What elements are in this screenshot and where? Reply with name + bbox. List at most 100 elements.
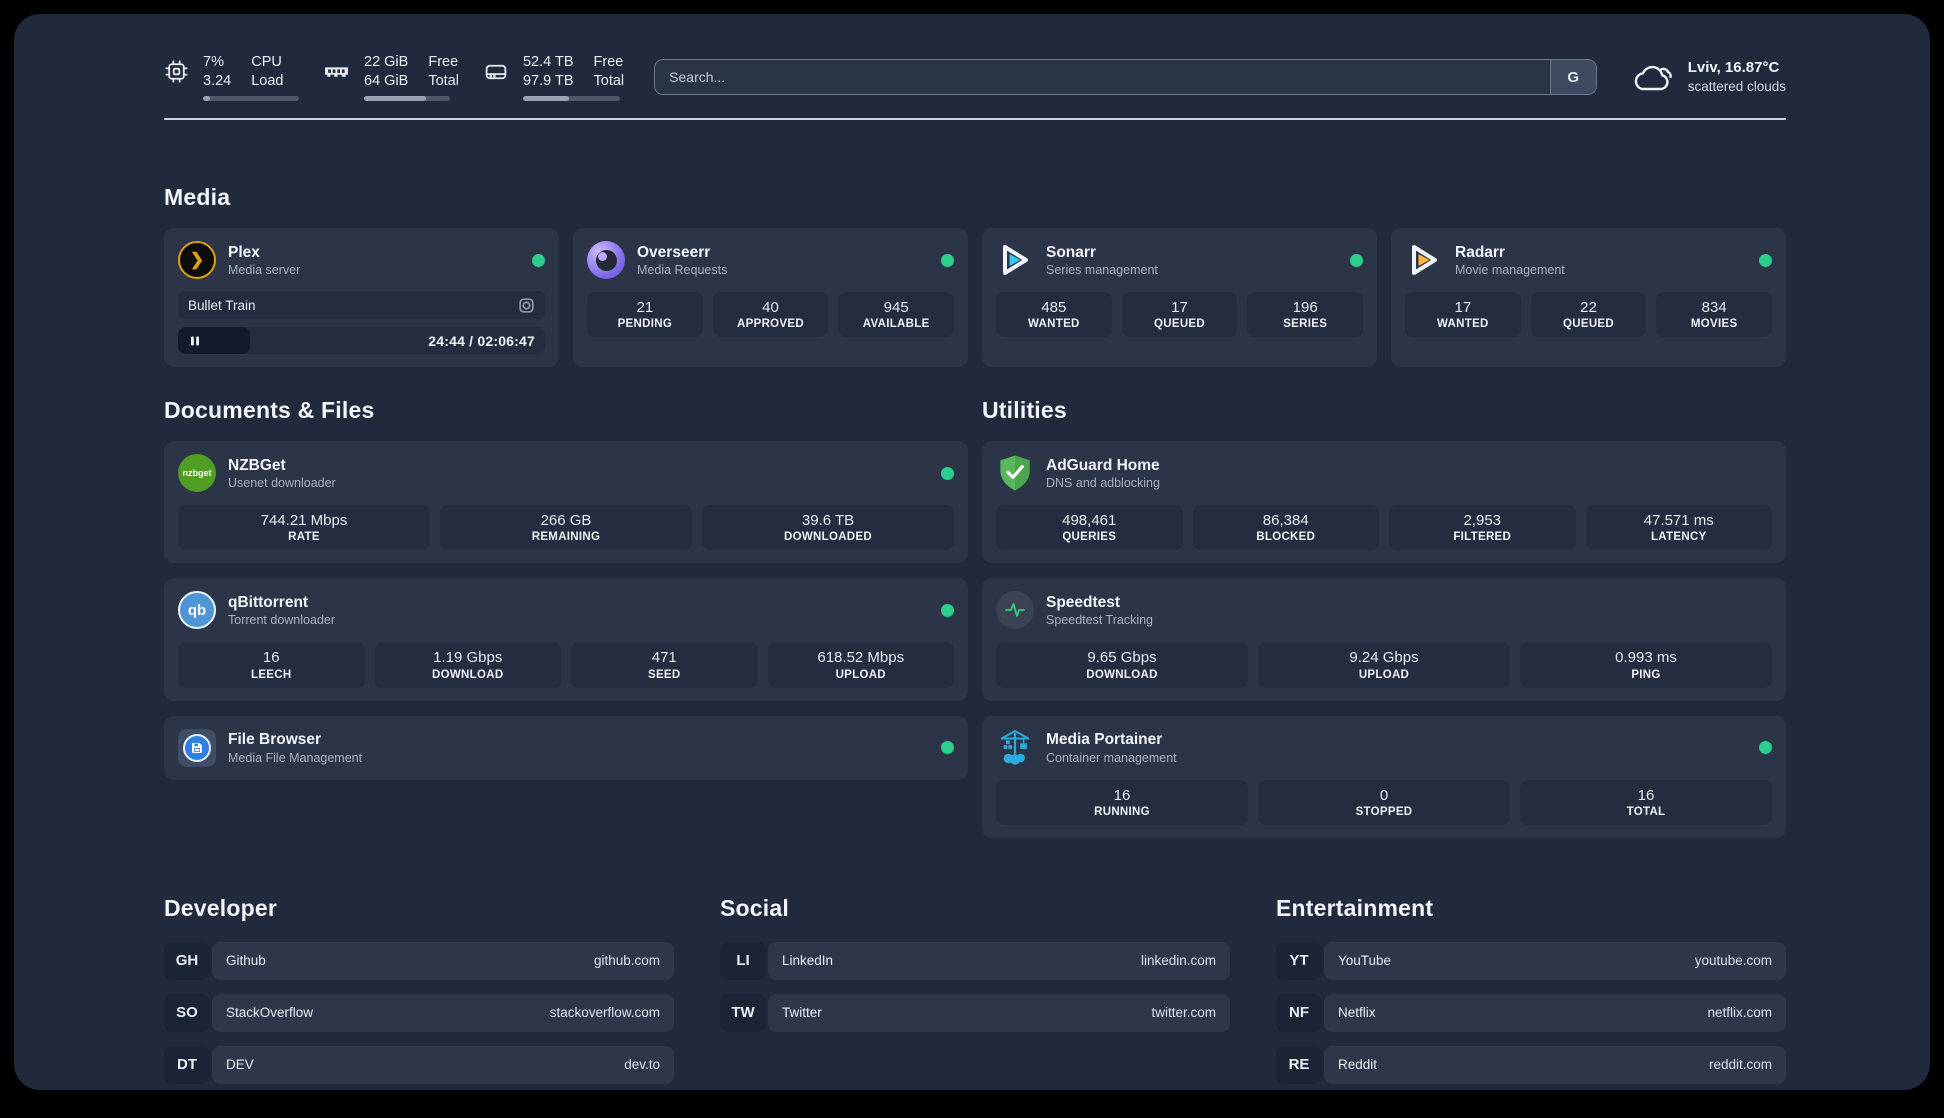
app-title: qBittorrent	[228, 594, 309, 612]
app-title: NZBGet	[228, 456, 286, 474]
stat-label: DOWNLOAD	[432, 668, 504, 681]
bookmark-tag: YT	[1276, 941, 1322, 980]
sonarr-card[interactable]: Sonarr Series management 485 WANTED 17 QUE…	[982, 228, 1377, 367]
stat-label: DOWNLOAD	[1086, 668, 1158, 681]
stat-value: 266 GB	[540, 512, 592, 529]
utilities-section-title: Utilities	[982, 397, 1067, 423]
stat-label: UPLOAD	[835, 668, 886, 681]
disk-free: 52.4 TB	[522, 53, 574, 70]
stat-box: 9.24 Gbps UPLOAD	[1258, 642, 1510, 688]
app-title: Sonarr	[1046, 243, 1096, 261]
stat-box: 21 PENDING	[587, 292, 703, 338]
status-dot	[1759, 253, 1772, 267]
bookmark-tag: SO	[164, 993, 210, 1032]
dashboard: 7% 3.24 CPU Load 22 GiB 64 GiB Free Total	[14, 14, 1930, 1090]
google-search-button[interactable]: G	[1549, 60, 1596, 94]
stat-value: 16	[1113, 786, 1131, 804]
speedtest-card[interactable]: Speedtest Speedtest Tracking 9.65 Gbps DO…	[982, 578, 1786, 701]
bookmark-row-linkedin[interactable]: LI LinkedIn linkedin.com	[720, 941, 1230, 980]
stat-box: 17 WANTED	[1405, 292, 1521, 338]
developer-section-title: Developer	[164, 894, 278, 921]
bookmark-row-dev[interactable]: DT DEV dev.to	[164, 1045, 674, 1084]
bookmark-name: Reddit	[1338, 1057, 1378, 1073]
pause-icon[interactable]	[189, 335, 201, 347]
app-subtitle: Series management	[1046, 263, 1158, 278]
stat-value: 17	[1171, 299, 1188, 316]
memory-progress	[364, 96, 450, 102]
app-title: File Browser	[228, 731, 322, 749]
stat-box: 618.52 Mbps UPLOAD	[767, 642, 954, 688]
search-input[interactable]	[654, 59, 1597, 95]
header-divider	[164, 118, 1786, 120]
bookmark-name: Github	[226, 953, 266, 969]
speedtest-icon	[996, 591, 1034, 630]
nzbget-card[interactable]: nzbget NZBGet Usenet downloader 744.21 M…	[164, 441, 968, 564]
stat-box: 196 SERIES	[1247, 292, 1364, 338]
stat-value: 945	[883, 299, 909, 316]
stat-value: 47.571 ms	[1643, 512, 1714, 529]
bookmark-url: netflix.com	[1707, 1005, 1772, 1021]
stat-label: MOVIES	[1690, 318, 1738, 331]
bookmark-url: youtube.com	[1694, 953, 1772, 969]
stat-box: 17 QUEUED	[1121, 292, 1238, 338]
stat-label: WANTED	[1437, 318, 1489, 331]
stat-label: TOTAL	[1626, 805, 1666, 818]
stat-label: RUNNING	[1094, 805, 1150, 818]
bookmark-tag: NF	[1276, 993, 1322, 1032]
bookmark-row-youtube[interactable]: YT YouTube youtube.com	[1276, 941, 1786, 980]
stat-label: REMAINING	[531, 531, 601, 544]
bookmark-row-twitter[interactable]: TW Twitter twitter.com	[720, 993, 1230, 1032]
stat-value: 9.24 Gbps	[1349, 649, 1419, 667]
portainer-card[interactable]: Media Portainer Container management 16 R…	[982, 715, 1786, 838]
weather-location-temp: Lviv, 16.87°C	[1687, 58, 1780, 76]
status-dot	[1759, 741, 1772, 754]
bookmark-url: twitter.com	[1151, 1005, 1216, 1021]
stat-value: 485	[1041, 299, 1067, 316]
filebrowser-card[interactable]: File Browser Media File Management	[164, 715, 968, 780]
disk-progress	[522, 96, 620, 102]
bookmark-url: github.com	[593, 953, 660, 969]
bookmark-row-netflix[interactable]: NF Netflix netflix.com	[1276, 993, 1786, 1032]
plex-icon: ❯	[178, 241, 216, 279]
stat-value: 39.6 TB	[801, 512, 855, 529]
app-subtitle: Torrent downloader	[228, 613, 336, 628]
stat-value: 196	[1292, 299, 1318, 316]
bookmark-url: stackoverflow.com	[549, 1005, 660, 1021]
stat-value: 471	[651, 649, 677, 667]
adguard-card[interactable]: AdGuard Home DNS and adblocking 498,461 Q…	[982, 441, 1786, 564]
stat-value: 498,461	[1062, 512, 1117, 529]
qbittorrent-card[interactable]: qb qBittorrent Torrent downloader 16 LEEC…	[164, 578, 968, 701]
status-dot	[532, 253, 545, 267]
memory-label: Free	[428, 53, 459, 70]
radarr-icon	[1405, 241, 1443, 279]
bookmark-row-github[interactable]: GH Github github.com	[164, 941, 674, 980]
overseerr-card[interactable]: Overseerr Media Requests 21 PENDING 40 APP…	[573, 228, 968, 367]
stat-box: 2,953 FILTERED	[1389, 505, 1576, 551]
stat-box: 266 GB REMAINING	[440, 505, 692, 551]
bookmark-tag: LI	[720, 941, 766, 980]
stat-box: 47.571 ms LATENCY	[1585, 505, 1772, 551]
status-dot	[941, 741, 954, 754]
bookmark-row-stackoverflow[interactable]: SO StackOverflow stackoverflow.com	[164, 993, 674, 1032]
bookmark-name: LinkedIn	[782, 953, 834, 969]
bookmark-tag: RE	[1276, 1045, 1322, 1084]
playback-progress[interactable]: 24:44 / 02:06:47	[178, 327, 545, 354]
bookmark-url: linkedin.com	[1140, 953, 1216, 969]
social-section-title: Social	[720, 894, 789, 921]
stat-label: UPLOAD	[1358, 668, 1410, 681]
bookmark-row-reddit[interactable]: RE Reddit reddit.com	[1276, 1045, 1786, 1084]
app-title: Overseerr	[637, 243, 711, 261]
cpu-label: CPU	[251, 53, 282, 70]
stat-value: 86,384	[1262, 512, 1309, 529]
radarr-card[interactable]: Radarr Movie management 17 WANTED 22 QUEUE…	[1391, 228, 1786, 367]
bookmark-url: reddit.com	[1708, 1057, 1772, 1073]
cpu-percent: 7%	[203, 53, 224, 70]
stat-box: 22 QUEUED	[1530, 292, 1647, 338]
plex-card[interactable]: ❯ Plex Media server Bullet Train 24:44 /…	[164, 228, 559, 367]
cpu-load-avg: 3.24	[203, 73, 232, 89]
stat-label: RATE	[288, 531, 320, 544]
app-subtitle: Media server	[228, 263, 301, 278]
app-subtitle: Media Requests	[637, 263, 728, 278]
cpu-widget: 7% 3.24 CPU Load	[164, 53, 299, 102]
system-metrics: 7% 3.24 CPU Load 22 GiB 64 GiB Free Total	[164, 53, 624, 102]
